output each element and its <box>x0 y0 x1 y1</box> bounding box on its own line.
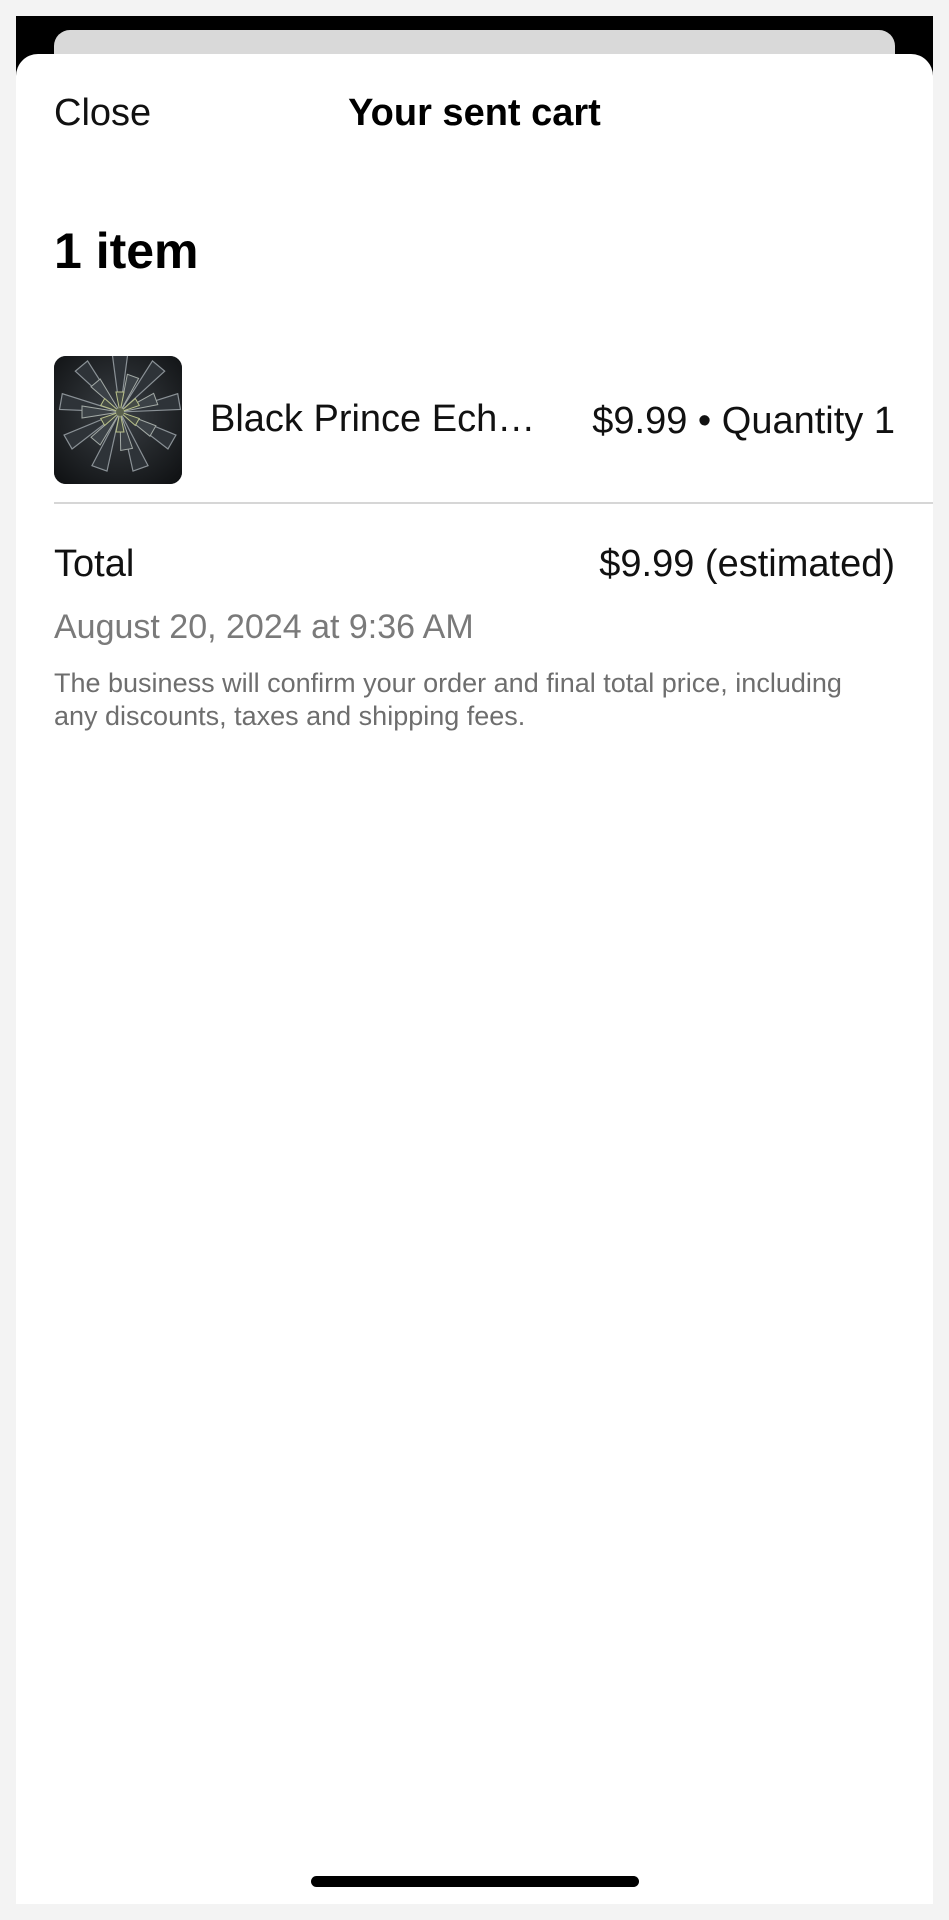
product-thumbnail <box>54 356 182 484</box>
item-price-quantity: $9.99 • Quantity 1 <box>592 399 895 445</box>
item-name: Black Prince Ech… <box>210 398 536 440</box>
cart-item[interactable]: Black Prince Ech… $9.99 • Quantity 1 <box>54 356 933 484</box>
item-quantity: Quantity 1 <box>721 400 895 442</box>
sent-cart-sheet: Close Your sent cart 1 item Black Prince… <box>16 54 933 1904</box>
sent-timestamp: August 20, 2024 at 9:36 AM <box>54 608 474 646</box>
divider <box>54 502 933 504</box>
confirmation-note: The business will confirm your order and… <box>54 668 842 731</box>
item-separator: • <box>697 400 712 442</box>
item-price: $9.99 <box>592 400 688 442</box>
total-label: Total <box>54 543 135 585</box>
succulent-image <box>54 356 182 484</box>
device-frame: Close Your sent cart 1 item Black Prince… <box>16 16 933 1904</box>
nav-bar: Close Your sent cart <box>16 54 933 174</box>
total-value: $9.99 (estimated) <box>599 543 895 585</box>
page-title: Your sent cart <box>348 92 601 134</box>
home-indicator[interactable] <box>311 1876 639 1887</box>
item-count: 1 item <box>54 223 199 279</box>
